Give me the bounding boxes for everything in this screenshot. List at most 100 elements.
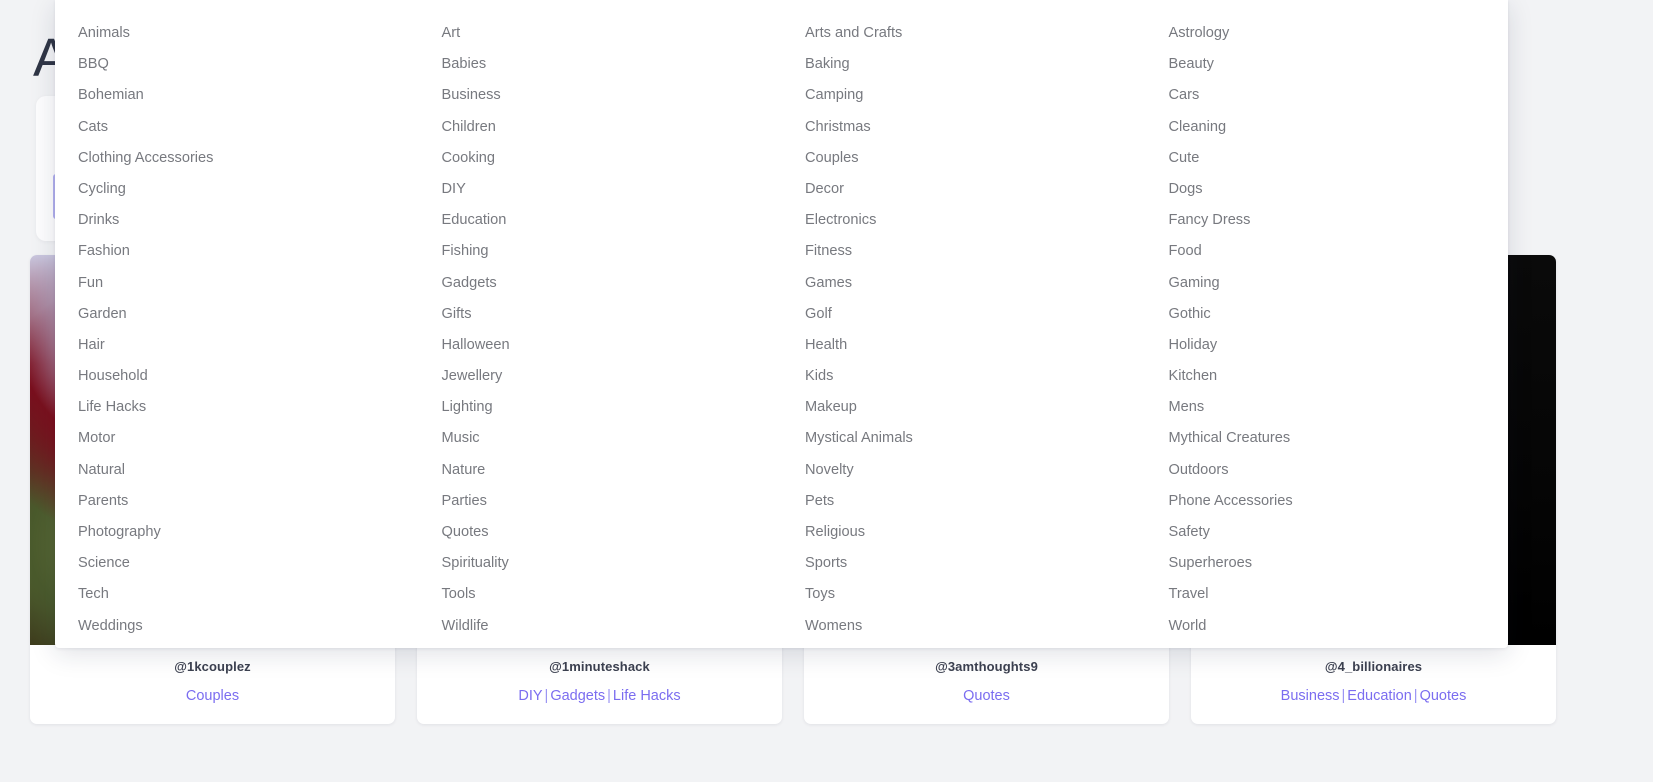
category-menu-item[interactable]: Nature bbox=[442, 455, 782, 486]
category-menu-item[interactable]: Art bbox=[442, 18, 782, 49]
category-menu-item[interactable]: Music bbox=[442, 423, 782, 454]
category-menu-item[interactable]: Sports bbox=[805, 548, 1145, 579]
category-menu-item[interactable]: Parties bbox=[442, 486, 782, 517]
category-menu-item[interactable]: Garden bbox=[78, 299, 418, 330]
category-menu-item[interactable]: Novelty bbox=[805, 455, 1145, 486]
category-menu-item[interactable]: DIY bbox=[442, 174, 782, 205]
category-menu-item[interactable]: Outdoors bbox=[1169, 455, 1509, 486]
category-menu-item[interactable]: Clothing Accessories bbox=[78, 143, 418, 174]
category-menu-item[interactable]: Hair bbox=[78, 330, 418, 361]
category-dropdown-panel[interactable]: Animals BBQ Bohemian Cats Clothing Accessori… bbox=[55, 0, 1508, 648]
category-menu-item[interactable]: Fishing bbox=[442, 236, 782, 267]
category-menu-item[interactable]: Camping bbox=[805, 80, 1145, 111]
category-menu-item[interactable]: Animals bbox=[78, 18, 418, 49]
category-menu-item[interactable]: Fashion bbox=[78, 236, 418, 267]
category-menu-item[interactable]: Gifts bbox=[442, 299, 782, 330]
category-menu-item[interactable]: Arts and Crafts bbox=[805, 18, 1145, 49]
category-column: Animals BBQ Bohemian Cats Clothing Accessori… bbox=[55, 18, 418, 634]
tag-separator: | bbox=[607, 688, 611, 704]
account-handle: @3amthoughts9 bbox=[935, 659, 1038, 674]
category-menu-item[interactable]: Religious bbox=[805, 517, 1145, 548]
card-tag-link[interactable]: Quotes bbox=[963, 688, 1010, 704]
category-menu-item[interactable]: Gadgets bbox=[442, 268, 782, 299]
category-menu-item[interactable]: Health bbox=[805, 330, 1145, 361]
category-menu-item[interactable]: Bohemian bbox=[78, 80, 418, 111]
card-tag-link[interactable]: Life Hacks bbox=[613, 688, 681, 704]
category-menu-item[interactable]: Motor bbox=[78, 423, 418, 454]
account-handle: @4_billionaires bbox=[1324, 659, 1423, 674]
category-menu-item[interactable]: Golf bbox=[805, 299, 1145, 330]
category-menu-item[interactable]: Cute bbox=[1169, 143, 1509, 174]
category-menu-item[interactable]: Womens bbox=[805, 611, 1145, 642]
category-menu-item[interactable]: Photography bbox=[78, 517, 418, 548]
category-menu-item[interactable]: Mens bbox=[1169, 392, 1509, 423]
category-menu-item[interactable]: Weddings bbox=[78, 611, 418, 642]
category-menu-item[interactable]: Fitness bbox=[805, 236, 1145, 267]
category-menu-item[interactable]: Mythical Creatures bbox=[1169, 423, 1509, 454]
category-menu-item[interactable]: Couples bbox=[805, 143, 1145, 174]
category-menu-item[interactable]: Baking bbox=[805, 49, 1145, 80]
category-menu-item[interactable]: Games bbox=[805, 268, 1145, 299]
page-root: A @1kcouplez Couples @1minuteshack DIY | Gadg… bbox=[0, 0, 1653, 782]
category-menu-item[interactable]: Astrology bbox=[1169, 18, 1509, 49]
category-column: Art Babies Business Children Cooking DIY Educa… bbox=[418, 18, 782, 634]
category-menu-item[interactable]: Household bbox=[78, 361, 418, 392]
card-tag-link[interactable]: DIY bbox=[518, 688, 542, 704]
card-tag-link[interactable]: Business bbox=[1281, 688, 1340, 704]
category-menu-item[interactable]: Safety bbox=[1169, 517, 1509, 548]
category-menu-item[interactable]: Christmas bbox=[805, 112, 1145, 143]
card-tag-list: Couples bbox=[30, 674, 395, 724]
category-menu-item[interactable]: Education bbox=[442, 205, 782, 236]
account-handle: @1kcouplez bbox=[174, 659, 251, 674]
category-menu-item[interactable]: Fun bbox=[78, 268, 418, 299]
category-menu-item[interactable]: Kids bbox=[805, 361, 1145, 392]
category-column: Arts and Crafts Baking Camping Christmas Cou… bbox=[781, 18, 1145, 634]
category-menu-item[interactable]: Electronics bbox=[805, 205, 1145, 236]
category-menu-item[interactable]: Beauty bbox=[1169, 49, 1509, 80]
category-menu-item[interactable]: Gothic bbox=[1169, 299, 1509, 330]
category-menu-item[interactable]: World bbox=[1169, 611, 1509, 642]
category-menu-item[interactable]: Holiday bbox=[1169, 330, 1509, 361]
category-menu-item[interactable]: Natural bbox=[78, 455, 418, 486]
category-menu-item[interactable]: Makeup bbox=[805, 392, 1145, 423]
category-menu-item[interactable]: Wildlife bbox=[442, 611, 782, 642]
category-menu-item[interactable]: Quotes bbox=[442, 517, 782, 548]
category-menu-item[interactable]: Jewellery bbox=[442, 361, 782, 392]
category-menu-item[interactable]: Fancy Dress bbox=[1169, 205, 1509, 236]
category-menu-item[interactable]: Pets bbox=[805, 486, 1145, 517]
category-menu-item[interactable]: Food bbox=[1169, 236, 1509, 267]
category-menu-item[interactable]: Cars bbox=[1169, 80, 1509, 111]
category-menu-item[interactable]: Superheroes bbox=[1169, 548, 1509, 579]
category-menu-item[interactable]: Travel bbox=[1169, 579, 1509, 610]
category-menu-item[interactable]: Toys bbox=[805, 579, 1145, 610]
category-menu-item[interactable]: Dogs bbox=[1169, 174, 1509, 205]
category-menu-item[interactable]: Decor bbox=[805, 174, 1145, 205]
category-menu-item[interactable]: Cats bbox=[78, 112, 418, 143]
card-tag-link[interactable]: Education bbox=[1347, 688, 1412, 704]
category-menu-item[interactable]: Life Hacks bbox=[78, 392, 418, 423]
category-menu-item[interactable]: Cleaning bbox=[1169, 112, 1509, 143]
category-menu-item[interactable]: Gaming bbox=[1169, 268, 1509, 299]
card-tag-link[interactable]: Quotes bbox=[1420, 688, 1467, 704]
category-menu-item[interactable]: Parents bbox=[78, 486, 418, 517]
category-menu-item[interactable]: Halloween bbox=[442, 330, 782, 361]
category-menu-item[interactable]: Spirituality bbox=[442, 548, 782, 579]
card-tag-link[interactable]: Gadgets bbox=[550, 688, 605, 704]
category-menu-item[interactable]: Mystical Animals bbox=[805, 423, 1145, 454]
card-tag-list: DIY | Gadgets | Life Hacks bbox=[417, 674, 782, 724]
category-menu-item[interactable]: Cycling bbox=[78, 174, 418, 205]
category-menu-item[interactable]: Tech bbox=[78, 579, 418, 610]
category-menu-item[interactable]: BBQ bbox=[78, 49, 418, 80]
category-menu-item[interactable]: Science bbox=[78, 548, 418, 579]
category-menu-item[interactable]: Tools bbox=[442, 579, 782, 610]
category-menu-item[interactable]: Cooking bbox=[442, 143, 782, 174]
category-menu-item[interactable]: Business bbox=[442, 80, 782, 111]
category-menu-item[interactable]: Babies bbox=[442, 49, 782, 80]
category-menu-item[interactable]: Phone Accessories bbox=[1169, 486, 1509, 517]
card-tag-link[interactable]: Couples bbox=[186, 688, 239, 704]
category-menu-item[interactable]: Drinks bbox=[78, 205, 418, 236]
category-menu-item[interactable]: Children bbox=[442, 112, 782, 143]
category-column: Astrology Beauty Cars Cleaning Cute Dogs Fancy… bbox=[1145, 18, 1509, 634]
category-menu-item[interactable]: Kitchen bbox=[1169, 361, 1509, 392]
category-menu-item[interactable]: Lighting bbox=[442, 392, 782, 423]
